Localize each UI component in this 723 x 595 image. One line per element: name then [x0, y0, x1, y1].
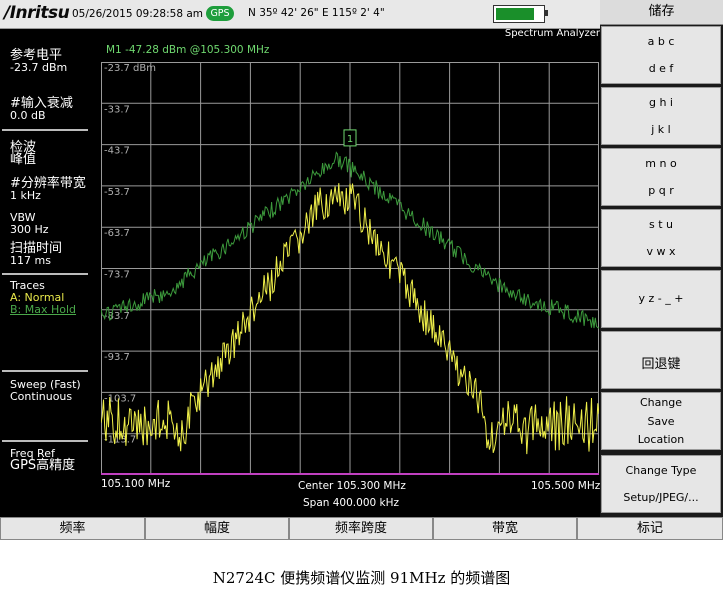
- battery-tip: [545, 10, 548, 16]
- softkey-label: a b c: [647, 35, 675, 48]
- rbw-value: 1 kHz: [10, 189, 41, 202]
- menu-marker[interactable]: 标记: [577, 517, 723, 540]
- mode-label: Spectrum Analyzer: [504, 28, 600, 39]
- softkey-label: Change Type: [625, 464, 697, 477]
- softkey-change-save-location[interactable]: Change Save Location: [601, 392, 721, 450]
- sweep-value: Continuous: [10, 390, 73, 403]
- y-tick-label: -93.7: [104, 352, 130, 363]
- y-tick-label: -73.7: [104, 270, 130, 281]
- span: Span 400.000 kHz: [303, 497, 400, 509]
- softkey-label: Setup/JPEG/...: [623, 491, 699, 504]
- atten-value: 0.0 dB: [10, 109, 46, 122]
- softkey-change-type[interactable]: Change Type Setup/JPEG/...: [601, 455, 721, 513]
- ref-level[interactable]: 参考电平 -23.7 dBm: [10, 49, 68, 74]
- softkey-backspace[interactable]: 回退键: [601, 331, 721, 389]
- gps-coordinates: N 35º 42' 26" E 115º 2' 4": [248, 7, 385, 19]
- stop-frequency: 105.500 MHz: [531, 480, 601, 492]
- ref-level-value: -23.7 dBm: [10, 61, 68, 74]
- y-tick-label: -23.7 dBm: [104, 63, 156, 74]
- sweep-time[interactable]: 扫描时间 117 ms: [10, 242, 62, 267]
- sweep-time-value: 117 ms: [10, 254, 51, 267]
- menu-amplitude[interactable]: 幅度: [145, 517, 289, 540]
- divider: [2, 273, 88, 275]
- menu-title: 储存: [600, 0, 723, 25]
- analyzer-screen: /Inritsu 05/26/2015 09:28:58 am GPS N 35…: [0, 0, 723, 540]
- traces[interactable]: Traces A: Normal B: Max Hold: [10, 280, 76, 316]
- softkey-label: v w x: [646, 245, 676, 258]
- date-time: 05/26/2015 09:28:58 am: [72, 8, 204, 20]
- vbw-value: 300 Hz: [10, 223, 49, 236]
- softkey-label: 回退键: [641, 357, 681, 372]
- status-bar: /Inritsu 05/26/2015 09:28:58 am GPS N 35…: [0, 0, 600, 29]
- softkey-label: Change: [639, 396, 683, 409]
- softkey-mno-pqr[interactable]: m n o p q r: [601, 148, 721, 206]
- freq-ref[interactable]: Freq Ref GPS高精度: [10, 448, 76, 473]
- sweep-mode[interactable]: Sweep (Fast) Continuous: [10, 379, 81, 403]
- menu-bandwidth[interactable]: 带宽: [433, 517, 577, 540]
- y-tick-label: -83.7: [104, 311, 130, 322]
- divider: [2, 440, 88, 442]
- vbw[interactable]: VBW 300 Hz: [10, 212, 49, 236]
- softkey-ghi-jkl[interactable]: g h i j k l: [601, 87, 721, 145]
- trace-b-label: B: Max Hold: [10, 303, 77, 316]
- y-tick-label: -63.7: [104, 228, 130, 239]
- menu-frequency[interactable]: 频率: [0, 517, 145, 540]
- softkey-abc-def[interactable]: a b c d e f: [601, 26, 721, 84]
- softkey-label: Save: [647, 415, 675, 428]
- softkey-label: Location: [637, 433, 685, 446]
- freq-ref-value: GPS高精度: [10, 458, 76, 473]
- y-tick-label: -53.7: [104, 187, 130, 198]
- battery-icon: [493, 5, 545, 23]
- figure-caption: N2724C 便携频谱仪监测 91MHz 的频谱图: [212, 569, 511, 587]
- softkey-label: g h i: [648, 96, 673, 109]
- softkey-panel: 储存 a b c d e f g h i j k l m n o p q r s…: [600, 0, 723, 540]
- divider: [2, 129, 88, 131]
- softkey-label: s t u: [648, 218, 673, 231]
- softkey-label: y z - _ +: [638, 292, 684, 305]
- softkey-stu-vwx[interactable]: s t u v w x: [601, 209, 721, 267]
- anritsu-logo: /Inritsu: [4, 3, 70, 23]
- softkey-label: j k l: [651, 123, 671, 136]
- main-menu-bar: 频率 幅度 频率跨度 带宽 标记: [0, 517, 723, 540]
- start-frequency: 105.100 MHz: [101, 478, 171, 490]
- y-tick-label: -43.7: [104, 146, 130, 157]
- softkey-label: p q r: [648, 184, 674, 197]
- settings-panel: 参考电平 -23.7 dBm #输入衰减 0.0 dB 检波 峰值 #分辨率带宽…: [0, 40, 98, 490]
- rbw[interactable]: #分辨率带宽 1 kHz: [10, 177, 86, 202]
- spectrum-plot[interactable]: -23.7 dBm -33.7 -43.7 -53.7 -63.7 -73.7 -83.7 -…: [101, 62, 599, 475]
- menu-span[interactable]: 频率跨度: [289, 517, 433, 540]
- y-tick-label: -103.7: [104, 393, 136, 404]
- detect-value: 峰值: [10, 152, 37, 167]
- marker-label: 1: [347, 134, 353, 145]
- detector[interactable]: 检波 峰值: [10, 141, 37, 167]
- softkey-label: d e f: [648, 62, 674, 75]
- input-attenuation[interactable]: #输入衰减 0.0 dB: [10, 97, 73, 122]
- spectrum-svg: -23.7 dBm -33.7 -43.7 -53.7 -63.7 -73.7 -83.7 -…: [101, 62, 599, 475]
- center-frequency: Center 105.300 MHz: [298, 480, 406, 492]
- softkey-label: m n o: [645, 157, 677, 170]
- gps-badge: GPS: [206, 6, 234, 21]
- y-tick-label: -33.7: [104, 104, 130, 115]
- softkey-yz-symbols[interactable]: y z - _ +: [601, 270, 721, 328]
- divider: [2, 370, 88, 372]
- marker-readout: M1 -47.28 dBm @105.300 MHz: [106, 44, 270, 56]
